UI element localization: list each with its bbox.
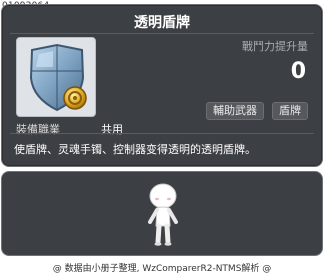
job-label: 裝備職業 [16,123,60,136]
item-name: 透明盾牌 [134,15,190,31]
character-avatar [148,183,178,246]
avatar-preview-panel [1,171,323,256]
divider [10,133,314,134]
combat-power-label: 戰鬥力提升量 [242,40,308,53]
item-tooltip-panel: 透明盾牌 戰鬥力提升量 0 輔助武器 盾牌 裝備職業 共用 使盾牌、灵魂手镯、控… [1,4,323,167]
item-description: 使盾牌、灵魂手镯、控制器变得透明的透明盾牌。 [14,143,256,156]
footer-credit: @ 数据由小册子整理, WzComparerR2-NTMS解析 @ [52,264,272,274]
tag-subweapon: 輔助武器 [206,102,264,120]
shield-with-gold-coin-icon [29,43,87,112]
item-icon-frame [16,37,96,117]
divider [10,33,314,34]
combat-power-value: 0 [290,59,306,84]
job-value: 共用 [101,123,123,136]
tag-shield: 盾牌 [272,102,308,120]
